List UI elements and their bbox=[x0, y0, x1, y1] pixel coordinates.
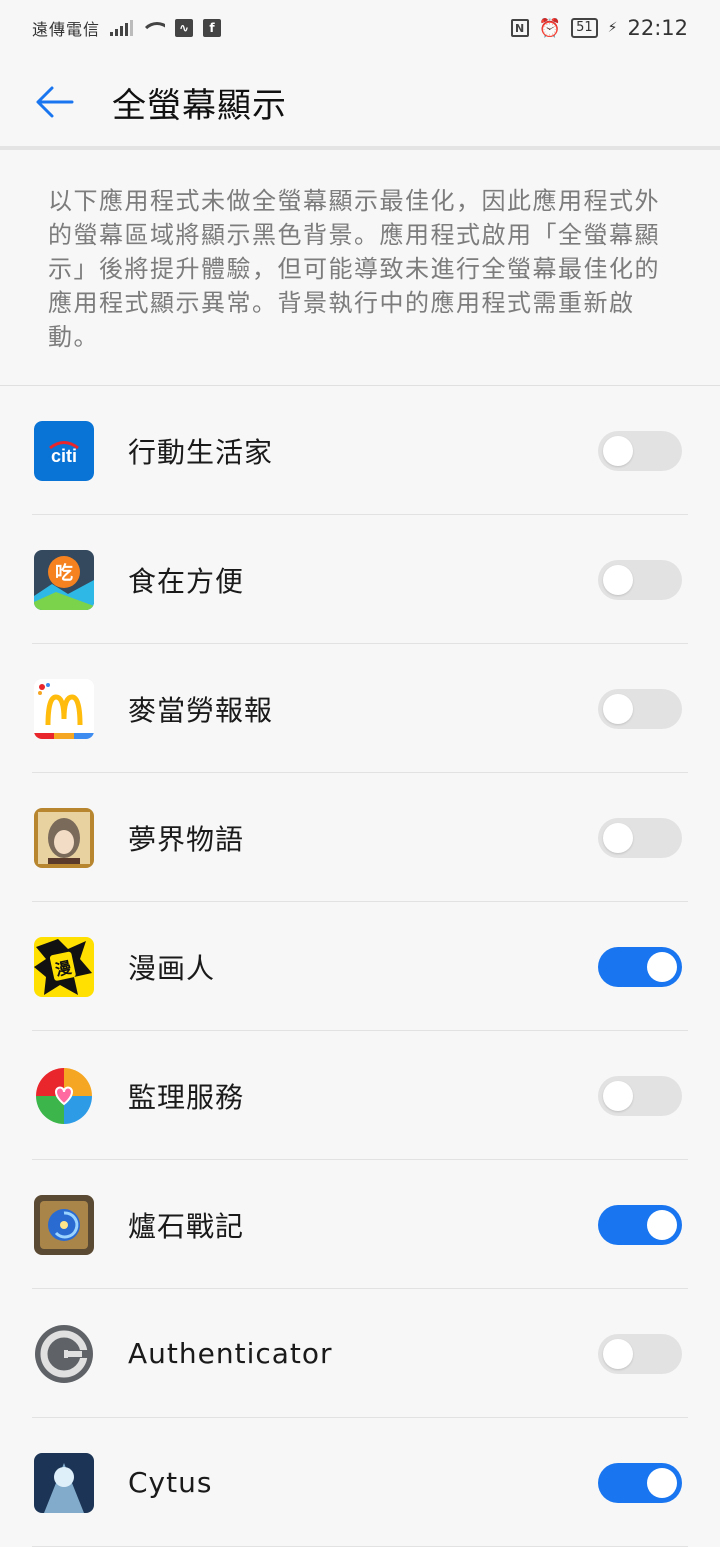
fullscreen-toggle[interactable] bbox=[598, 1075, 682, 1116]
list-item[interactable]: 夢界物語 bbox=[0, 773, 720, 902]
toggle-knob bbox=[603, 1338, 633, 1369]
page-title: 全螢幕顯示 bbox=[112, 85, 287, 126]
authenticator-icon bbox=[34, 1324, 94, 1384]
app-name: 行動生活家 bbox=[128, 435, 274, 469]
header-divider bbox=[0, 146, 720, 150]
fullscreen-toggle[interactable] bbox=[598, 946, 682, 987]
mcdonalds-icon bbox=[34, 678, 94, 739]
fullscreen-toggle[interactable] bbox=[598, 817, 682, 858]
fullscreen-toggle[interactable] bbox=[598, 559, 682, 600]
list-item[interactable]: 漫 漫画人 bbox=[0, 902, 720, 1031]
fullscreen-toggle[interactable] bbox=[598, 688, 682, 729]
list-item[interactable]: 爐石戰記 bbox=[0, 1160, 720, 1289]
dmv-service-icon bbox=[34, 1066, 94, 1126]
app-list: citi 行動生活家 吃 食在方便 麥當勞報報 夢界物語 漫 漫画人 監理服務 … bbox=[0, 386, 720, 1547]
cytus-icon bbox=[34, 1452, 94, 1513]
toggle-knob bbox=[603, 1080, 633, 1111]
app-bar: 全螢幕顯示 bbox=[0, 56, 720, 148]
activity-icon: ∿ bbox=[175, 19, 194, 37]
app-name: 夢界物語 bbox=[128, 822, 245, 856]
citi-icon: citi bbox=[34, 420, 94, 481]
manhuaren-icon: 漫 bbox=[34, 936, 94, 997]
battery-level: 51 bbox=[576, 20, 593, 35]
toggle-knob bbox=[603, 693, 633, 724]
fullscreen-toggle[interactable] bbox=[598, 1204, 682, 1245]
status-bar: 遠傳電信 ∿ f N ⏰ 51 ⚡ 22:12 bbox=[0, 0, 720, 56]
list-item[interactable]: 吃 食在方便 bbox=[0, 515, 720, 644]
charging-icon: ⚡ bbox=[607, 20, 618, 36]
fullscreen-toggle[interactable] bbox=[598, 1333, 682, 1374]
food-delivery-icon: 吃 bbox=[34, 549, 94, 610]
svg-text:吃: 吃 bbox=[55, 562, 73, 584]
app-name: 爐石戰記 bbox=[128, 1209, 245, 1243]
carrier-name: 遠傳電信 bbox=[32, 20, 101, 39]
dream-realm-icon bbox=[34, 807, 94, 868]
list-item[interactable]: Cytus bbox=[0, 1418, 720, 1547]
arrow-left-icon bbox=[36, 86, 74, 118]
list-item[interactable]: 麥當勞報報 bbox=[0, 644, 720, 773]
alarm-icon: ⏰ bbox=[538, 17, 562, 39]
fullscreen-toggle[interactable] bbox=[598, 1462, 682, 1503]
toggle-knob bbox=[647, 1467, 677, 1498]
fullscreen-toggle[interactable] bbox=[598, 430, 682, 471]
toggle-knob bbox=[603, 822, 633, 853]
app-name: 麥當勞報報 bbox=[128, 693, 274, 727]
hearthstone-icon bbox=[34, 1194, 94, 1255]
app-name: 監理服務 bbox=[128, 1080, 245, 1114]
battery-icon: 51 bbox=[571, 18, 598, 38]
toggle-knob bbox=[603, 435, 633, 466]
svg-text:citi: citi bbox=[51, 446, 77, 466]
nfc-icon: N bbox=[510, 19, 529, 37]
back-button[interactable] bbox=[34, 82, 74, 122]
facebook-icon: f bbox=[203, 19, 222, 37]
toggle-knob bbox=[647, 1209, 677, 1240]
list-item[interactable]: 監理服務 bbox=[0, 1031, 720, 1160]
description-text: 以下應用程式未做全螢幕顯示最佳化，因此應用程式外的螢幕區域將顯示黑色背景。應用程… bbox=[48, 187, 660, 351]
app-name: Cytus bbox=[128, 1466, 213, 1499]
clock: 22:12 bbox=[627, 16, 688, 40]
toggle-knob bbox=[647, 951, 677, 982]
list-item[interactable]: citi 行動生活家 bbox=[0, 386, 720, 515]
wifi-icon bbox=[143, 20, 166, 36]
signal-icon bbox=[110, 20, 134, 36]
app-name: Authenticator bbox=[128, 1337, 333, 1370]
app-name: 漫画人 bbox=[128, 951, 216, 985]
toggle-knob bbox=[603, 564, 633, 595]
app-name: 食在方便 bbox=[128, 564, 245, 598]
list-item[interactable]: Authenticator bbox=[0, 1289, 720, 1418]
